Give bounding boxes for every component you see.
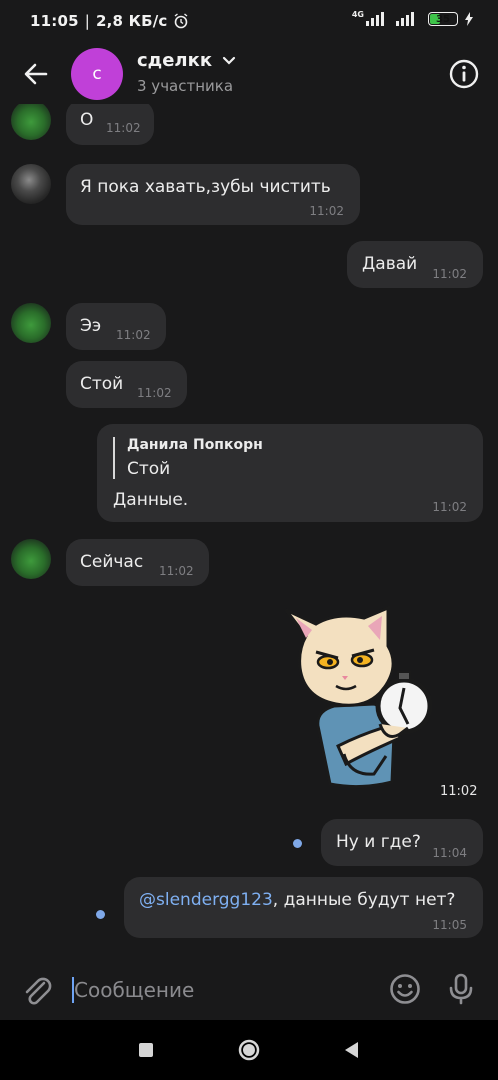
back-arrow-icon[interactable]: [20, 58, 52, 90]
microphone-icon[interactable]: [444, 972, 478, 1006]
message-text: Данные.: [113, 490, 189, 510]
home-icon[interactable]: [238, 1039, 260, 1061]
message-composer: Сообщение: [0, 960, 498, 1020]
system-navigation-bar: [0, 1020, 498, 1080]
attach-icon[interactable]: [20, 974, 54, 1008]
message-bubble[interactable]: Стой 11:02: [66, 361, 187, 408]
charging-icon: [465, 12, 473, 26]
status-left: 11:05 | 2,8 КБ/с: [30, 12, 189, 30]
message-list[interactable]: О 11:02 Я пока хавать,зубы чистить 11:02…: [0, 104, 498, 960]
message-bubble[interactable]: Ээ 11:02: [66, 303, 166, 350]
message-bubble[interactable]: Я пока хавать,зубы чистить 11:02: [66, 164, 360, 225]
message-time: 11:02: [440, 784, 478, 799]
signal-icon: [366, 12, 384, 26]
status-separator: |: [84, 12, 91, 30]
message-text: @slendergg123, данные будут нет?: [139, 890, 455, 910]
message-text: О: [80, 110, 94, 130]
chat-avatar-letter: с: [92, 64, 102, 84]
message-time: 11:02: [116, 328, 151, 342]
chat-avatar[interactable]: с: [71, 48, 123, 100]
chat-title[interactable]: сделкк: [137, 50, 236, 71]
battery-icon: 35: [428, 12, 458, 26]
info-icon[interactable]: [448, 58, 480, 90]
message-time: 11:05: [432, 918, 467, 932]
message-bubble-outgoing[interactable]: Давай 11:02: [347, 241, 483, 288]
message-time: 11:02: [106, 121, 141, 135]
reply-author[interactable]: Данила Попкорн: [127, 437, 263, 453]
sender-avatar[interactable]: [11, 539, 51, 579]
battery-level: 35: [436, 13, 450, 25]
network-type-label: 4G: [351, 9, 364, 19]
message-time: 11:02: [432, 500, 467, 514]
message-time: 11:02: [432, 267, 467, 281]
status-time: 11:05: [30, 12, 79, 30]
message-bubble-outgoing[interactable]: @slendergg123, данные будут нет? 11:05: [124, 877, 483, 938]
message-bubble[interactable]: О 11:02: [66, 104, 154, 145]
sender-avatar[interactable]: [11, 303, 51, 343]
message-text-rest: , данные будут нет?: [272, 890, 456, 910]
signal-icon-2: [396, 12, 414, 26]
message-text: Ну и где?: [336, 832, 421, 852]
recent-apps-icon[interactable]: [139, 1043, 153, 1057]
chat-subtitle: 3 участника: [137, 77, 234, 95]
alarm-icon: [175, 13, 188, 29]
message-time: 11:02: [137, 386, 172, 400]
sender-avatar[interactable]: [11, 164, 51, 204]
mention-link[interactable]: @slendergg123: [139, 890, 273, 910]
chevron-down-icon: [223, 56, 236, 65]
unread-dot: [293, 839, 302, 848]
unread-dot: [96, 910, 105, 919]
chat-header: с сделкк 3 участника: [0, 44, 498, 104]
sender-avatar[interactable]: [11, 104, 51, 140]
message-text: Сейчас: [80, 552, 144, 572]
cat-with-stopwatch-sticker[interactable]: 11:02: [276, 605, 477, 799]
chat-title-text: сделкк: [137, 50, 213, 71]
message-text: Ээ: [80, 316, 102, 336]
message-time: 11:04: [432, 846, 467, 860]
message-input[interactable]: Сообщение: [74, 978, 194, 1002]
status-right: 4G 35: [351, 9, 474, 26]
emoji-icon[interactable]: [388, 972, 422, 1006]
message-text: Стой: [80, 374, 124, 394]
status-speed: 2,8 КБ/с: [96, 12, 168, 30]
message-text: Я пока хавать,зубы чистить: [80, 177, 331, 197]
status-bar: 11:05 | 2,8 КБ/с 4G 35: [0, 0, 498, 44]
sticker-icon: [284, 605, 433, 789]
message-time: 11:02: [159, 564, 194, 578]
back-triangle-icon[interactable]: [343, 1041, 359, 1059]
message-bubble-outgoing[interactable]: Данила Попкорн Стой Данные. 11:02: [97, 424, 483, 522]
reply-text[interactable]: Стой: [127, 459, 170, 479]
message-bubble-outgoing[interactable]: Ну и где? 11:04: [321, 819, 483, 866]
reply-quote-bar: [113, 437, 115, 479]
message-time: 11:02: [309, 204, 344, 218]
message-bubble[interactable]: Сейчас 11:02: [66, 539, 209, 586]
message-text: Давай: [362, 254, 418, 274]
